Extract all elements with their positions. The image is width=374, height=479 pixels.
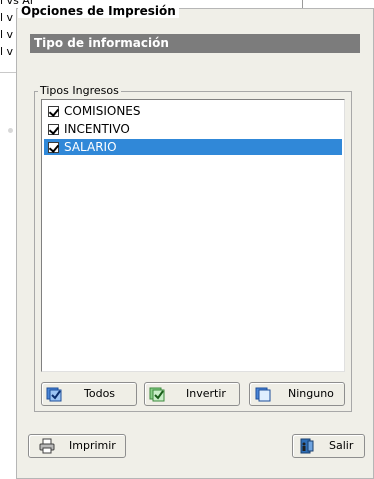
invert-icon	[149, 387, 165, 402]
print-label: Imprimir	[69, 439, 116, 452]
background-divider	[302, 0, 303, 8]
panel-title: Opciones de Impresión	[18, 4, 179, 18]
select-none-button[interactable]: Ninguno	[249, 382, 345, 406]
background-row: l v	[0, 28, 14, 41]
list-item-incentivo[interactable]: INCENTIVO	[44, 121, 342, 137]
select-all-button[interactable]: Todos	[41, 382, 137, 406]
checkbox[interactable]	[48, 142, 59, 153]
background-row: l v	[0, 11, 14, 24]
income-types-list[interactable]: COMISIONES INCENTIVO SALARIO	[41, 99, 345, 372]
invert-button[interactable]: Invertir	[144, 382, 240, 406]
select-none-label: Ninguno	[288, 387, 334, 400]
exit-button[interactable]: Salir	[292, 434, 365, 458]
list-item-label: INCENTIVO	[64, 122, 130, 136]
list-item-label: COMISIONES	[64, 104, 141, 118]
list-item-label: SALARIO	[64, 140, 117, 154]
background-dot	[8, 128, 13, 133]
invert-label: Invertir	[186, 387, 226, 400]
exit-label: Salir	[329, 439, 354, 452]
info-type-header: Tipo de información	[30, 34, 360, 53]
select-all-label: Todos	[84, 387, 116, 400]
group-title: Tipos Ingresos	[38, 84, 121, 97]
list-item-salario[interactable]: SALARIO	[44, 139, 342, 155]
checkbox[interactable]	[48, 106, 59, 117]
checkbox[interactable]	[48, 124, 59, 135]
print-button[interactable]: Imprimir	[28, 434, 126, 458]
exit-door-icon	[300, 438, 314, 454]
select-none-icon	[255, 387, 271, 402]
background-row: l v	[0, 45, 14, 58]
select-all-icon	[46, 387, 62, 402]
list-item-comisiones[interactable]: COMISIONES	[44, 103, 342, 119]
printer-icon	[39, 438, 55, 454]
